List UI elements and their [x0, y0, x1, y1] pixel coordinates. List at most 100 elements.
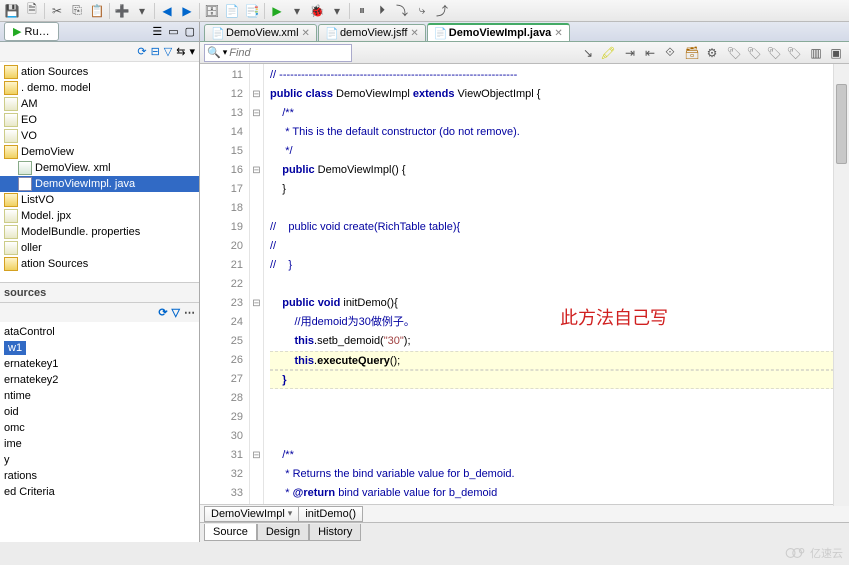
file-tab[interactable]: 📄demoView.jsff ✕ [318, 24, 426, 41]
tree-item[interactable]: rations [0, 468, 199, 484]
filter-icon[interactable]: ▽ [164, 45, 172, 58]
find-input[interactable] [229, 47, 349, 59]
debug-dd-icon[interactable]: ▾ [329, 3, 345, 19]
back-icon[interactable]: ◀ [159, 3, 175, 19]
gear-icon[interactable]: ⚙ [703, 44, 721, 62]
code-line[interactable]: * Returns the bind variable value for b_… [270, 465, 849, 484]
tree-item[interactable]: DemoViewImpl. java [0, 176, 199, 192]
tree-item[interactable]: oid [0, 404, 199, 420]
panel-menu-icon[interactable]: ☰ [152, 25, 162, 38]
sources-filter-icon[interactable]: ▽ [172, 306, 180, 319]
outdent-icon[interactable]: ⇤ [641, 44, 659, 62]
breadcrumb-segment[interactable]: DemoViewImpl ▾ [204, 506, 299, 522]
save-icon[interactable]: 💾 [4, 3, 20, 19]
close-icon[interactable]: ✕ [410, 28, 418, 39]
panel-close-icon[interactable]: ▢ [185, 25, 195, 38]
code-line[interactable]: public DemoViewImpl() { [270, 161, 849, 180]
tree-item[interactable]: DemoView [0, 144, 199, 160]
code-line[interactable]: /** [270, 446, 849, 465]
code-line[interactable]: } [270, 180, 849, 199]
save-all-icon[interactable]: 🗎 [24, 3, 40, 19]
panel-minimize-icon[interactable]: ▭ [168, 25, 178, 38]
breadcrumb-segment[interactable]: initDemo() [298, 506, 363, 522]
tree-item[interactable]: omc [0, 420, 199, 436]
step-over-icon[interactable]: ⤵ [394, 3, 410, 19]
find-dd-icon[interactable]: ▾ [223, 47, 228, 58]
code-line[interactable]: this.setb_demoid("30"); [270, 332, 849, 351]
code-line[interactable]: */ [270, 142, 849, 161]
sources-menu-icon[interactable]: ⋯ [184, 306, 195, 319]
code-line[interactable]: * @return bind variable value for b_demo… [270, 484, 849, 503]
tree-item[interactable]: ation Sources [0, 256, 199, 272]
bottom-tab[interactable]: Design [257, 524, 309, 541]
highlight-icon[interactable]: 🖍 [599, 44, 617, 62]
tree-item[interactable]: ernatekey2 [0, 372, 199, 388]
fold-toggle[interactable]: ⊟ [250, 294, 263, 313]
tree-item[interactable]: ernatekey1 [0, 356, 199, 372]
code-line[interactable] [270, 427, 849, 446]
code-line[interactable]: /** [270, 104, 849, 123]
tree-item[interactable]: oller [0, 240, 199, 256]
float-icon[interactable]: ▣ [827, 44, 845, 62]
tree-item[interactable]: ation Sources [0, 64, 199, 80]
indent-icon[interactable]: ⇥ [621, 44, 639, 62]
code-line[interactable]: // -------------------------------------… [270, 66, 849, 85]
code-area[interactable]: 1112131415161718192021222324252627282930… [200, 64, 849, 504]
dropdown-icon[interactable]: ▾ [134, 3, 150, 19]
tree-item[interactable]: ataControl [0, 324, 199, 340]
goto-icon[interactable]: ↘ [579, 44, 597, 62]
pause-icon[interactable]: ⏸ [354, 3, 370, 19]
run-dd-icon[interactable]: ▾ [289, 3, 305, 19]
code-line[interactable]: this.executeQuery(); [270, 351, 849, 370]
vertical-scrollbar[interactable] [833, 64, 849, 506]
doc-icon[interactable]: 📑 [244, 3, 260, 19]
bm1-icon[interactable]: 🏷 [725, 44, 743, 62]
tree-item[interactable]: ListVO [0, 192, 199, 208]
file-tab[interactable]: 📄DemoViewImpl.java ✕ [427, 23, 570, 41]
code-line[interactable]: // [270, 237, 849, 256]
navigator-tab[interactable]: ▶ Ru… [4, 22, 59, 41]
file-tab[interactable]: 📄DemoView.xml ✕ [204, 24, 317, 41]
tree-item[interactable]: y [0, 452, 199, 468]
step-in-icon[interactable]: ⤷ [414, 3, 430, 19]
collapse-icon[interactable]: ⊟ [151, 45, 160, 58]
code-line[interactable] [270, 199, 849, 218]
code-line[interactable] [270, 275, 849, 294]
menu-icon[interactable]: ▾ [189, 45, 195, 58]
sources-tree[interactable]: ataControlw1ernatekey1ernatekey2ntimeoid… [0, 322, 199, 542]
tree-item[interactable]: . demo. model [0, 80, 199, 96]
tree-item[interactable]: ModelBundle. properties [0, 224, 199, 240]
step-out-icon[interactable]: ⤴ [434, 3, 450, 19]
bottom-tab[interactable]: History [309, 524, 361, 541]
report-icon[interactable]: 📄 [224, 3, 240, 19]
tree-item[interactable]: ed Criteria [0, 484, 199, 500]
split-icon[interactable]: ▥ [807, 44, 825, 62]
tree-item[interactable]: DemoView. xml [0, 160, 199, 176]
code-content[interactable]: // -------------------------------------… [264, 64, 849, 504]
code-line[interactable]: } [270, 370, 849, 389]
code-line[interactable] [270, 408, 849, 427]
fold-gutter[interactable]: ⊟⊟⊟⊟⊟ [250, 64, 264, 504]
bm4-icon[interactable]: 🏷 [785, 44, 803, 62]
paste-icon[interactable]: 📋 [89, 3, 105, 19]
fold-toggle[interactable]: ⊟ [250, 104, 263, 123]
close-icon[interactable]: ✕ [554, 28, 562, 39]
sync-icon[interactable]: ⇆ [176, 45, 185, 58]
sql-icon[interactable]: 🗄 [204, 3, 220, 19]
project-tree[interactable]: ation Sources. demo. modelAMEOVODemoView… [0, 62, 199, 282]
code-line[interactable] [270, 389, 849, 408]
run-icon[interactable]: ▶ [269, 3, 285, 19]
db-icon[interactable]: 🗃 [683, 44, 701, 62]
reformat-icon[interactable]: ⟐ [661, 44, 679, 62]
tree-item[interactable]: EO [0, 112, 199, 128]
code-line[interactable]: */ [270, 503, 849, 504]
code-line[interactable]: * This is the default constructor (do no… [270, 123, 849, 142]
forward-icon[interactable]: ▶ [179, 3, 195, 19]
add-icon[interactable]: ➕ [114, 3, 130, 19]
code-line[interactable]: // } [270, 256, 849, 275]
bottom-tab[interactable]: Source [204, 524, 257, 541]
code-line[interactable]: // public void create(RichTable table){ [270, 218, 849, 237]
fold-toggle[interactable]: ⊟ [250, 446, 263, 465]
sources-refresh-icon[interactable]: ⟳ [158, 306, 167, 319]
tree-item[interactable]: AM [0, 96, 199, 112]
